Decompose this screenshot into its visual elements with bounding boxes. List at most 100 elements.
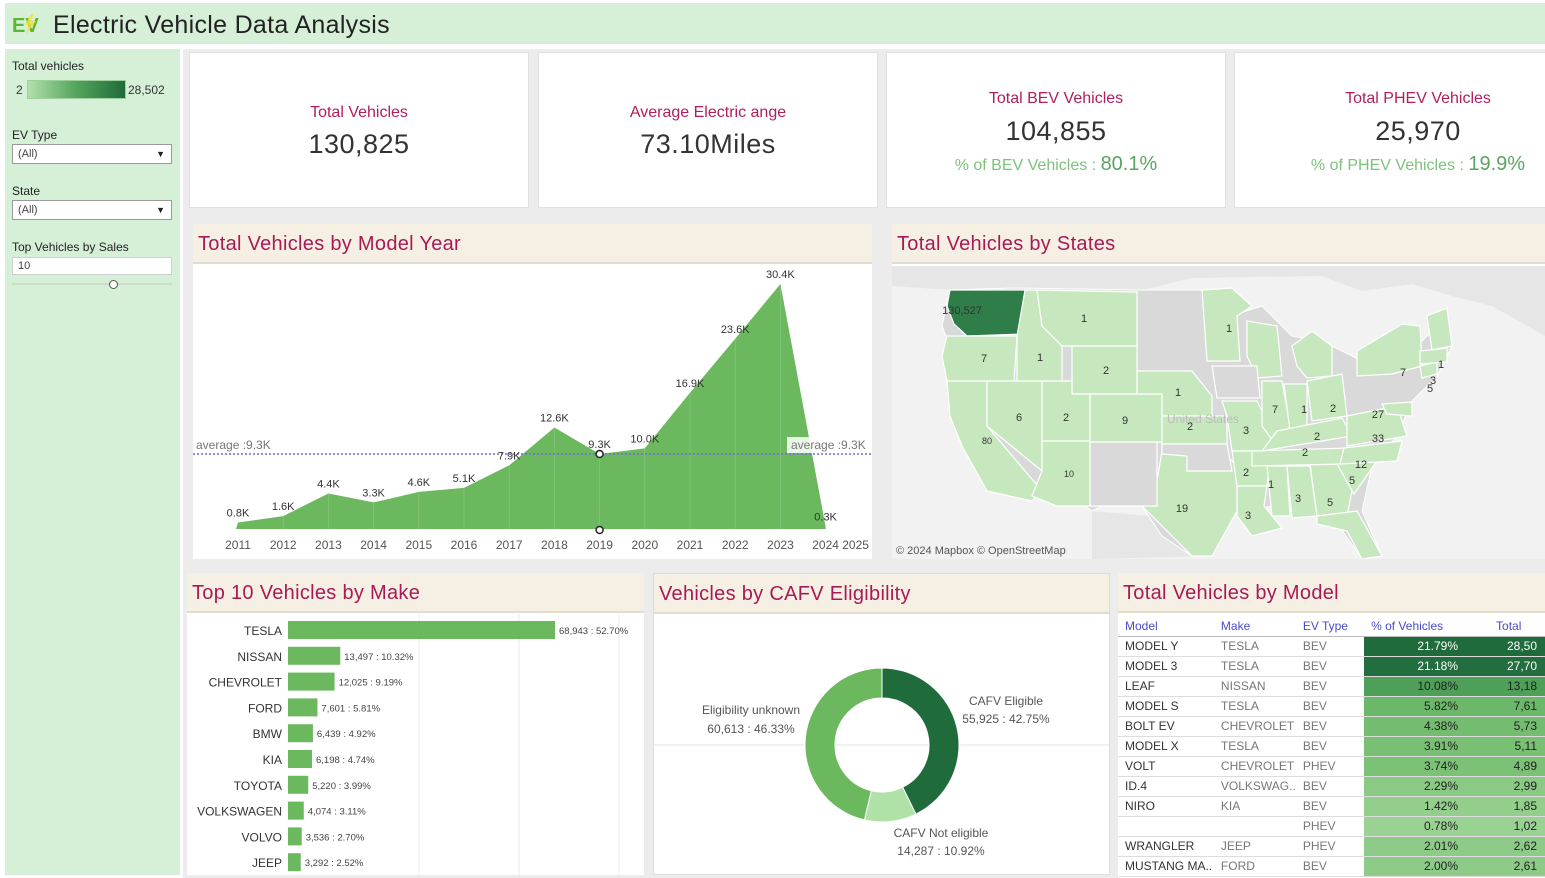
column-header[interactable]: % of Vehicles <box>1364 617 1467 637</box>
kpi-label: Total Vehicles <box>310 104 408 121</box>
table-row[interactable]: MODEL S TESLA BEV 5.82% 7,61 <box>1118 696 1545 717</box>
table-row[interactable]: BOLT EV CHEVROLET BEV 4.38% 5,73 <box>1118 716 1545 737</box>
bar[interactable] <box>288 775 309 794</box>
percent-cell: 3.91% <box>1364 736 1467 757</box>
state-nh[interactable] <box>1426 307 1453 351</box>
ev-type-cell: BEV <box>1295 736 1365 757</box>
x-tick-label: 2022 <box>722 538 749 552</box>
state-select[interactable]: (All) ▼ <box>12 200 172 220</box>
column-header[interactable]: Model <box>1118 617 1214 637</box>
area-series[interactable] <box>236 284 826 529</box>
bar[interactable] <box>288 672 335 691</box>
cafv-donut-chart[interactable]: CAFV Eligible 55,925 : 42.75% CAFV Not eli… <box>654 616 1109 874</box>
map-attribution[interactable]: © 2024 Mapbox © OpenStreetMap <box>896 545 1066 557</box>
top-vehicles-input[interactable]: 10 <box>12 257 172 275</box>
model-year-area-chart[interactable]: average :9.3K average :9.3K 0.8K 1.6K 4.4K 3.… <box>193 266 872 559</box>
state-value-label: 130,527 <box>942 305 982 317</box>
legend-label: Total vehicles <box>12 59 85 73</box>
table-row[interactable]: MUSTANG MA.. FORD BEV 2.00% 2,61 <box>1118 856 1545 877</box>
percent-cell: 4.38% <box>1364 716 1467 737</box>
bar[interactable] <box>288 853 301 872</box>
column-header[interactable]: EV Type <box>1295 617 1365 637</box>
x-tick-label: 2019 <box>586 538 613 552</box>
ev-logo-icon: EV <box>12 14 39 37</box>
table-row[interactable]: NIRO KIA BEV 1.42% 1,85 <box>1118 796 1545 817</box>
data-label: 5.1K <box>453 473 476 485</box>
total-cell: 5,73 <box>1466 716 1545 737</box>
top-vehicles-slider-handle[interactable] <box>109 280 118 289</box>
total-cell: 2,61 <box>1466 856 1545 877</box>
kpi-total-phev: Total PHEV Vehicles 25,970 % of PHEV Veh… <box>1234 52 1545 208</box>
make-bar-chart[interactable]: TESLA 68,943 : 52.70% NISSAN 13,497 : 10.32… <box>187 615 644 875</box>
category-label: KIA <box>263 753 282 767</box>
state-or[interactable] <box>941 335 1018 382</box>
panel-title: Top 10 Vehicles by Make <box>187 573 644 613</box>
table-row[interactable]: MODEL 3 TESLA BEV 21.18% 27,70 <box>1118 656 1545 677</box>
state-value-label: 1 <box>1081 313 1087 325</box>
column-header[interactable]: Make <box>1213 617 1296 637</box>
bar[interactable] <box>288 827 302 846</box>
make-cell: KIA <box>1213 796 1296 817</box>
filter-sidebar: Total vehicles 2 28,502 EV Type (All) ▼ … <box>5 49 180 875</box>
model-cell: MODEL X <box>1118 736 1214 757</box>
state-ny[interactable] <box>1356 323 1423 377</box>
state-ia[interactable] <box>1211 365 1261 399</box>
data-label: 7.9K <box>498 450 521 462</box>
table-row[interactable]: PHEV 0.78% 1,02 <box>1118 816 1545 837</box>
state-value: (All) <box>18 204 38 216</box>
bar-value-label: 3,536 : 2.70% <box>306 832 365 843</box>
kpi-total-bev: Total BEV Vehicles 104,855 % of BEV Vehi… <box>886 52 1226 208</box>
bar[interactable] <box>288 724 313 743</box>
x-tick-label: 2014 <box>360 538 387 552</box>
total-cell: 1,02 <box>1466 816 1545 837</box>
model-year-panel: Total Vehicles by Model Year average :9.… <box>193 224 872 559</box>
model-panel: Total Vehicles by Model Model Make EV Ty… <box>1118 573 1545 878</box>
state-oh[interactable] <box>1306 373 1348 422</box>
state-md[interactable] <box>1381 401 1413 417</box>
panel-title: Total Vehicles by Model Year <box>193 224 872 264</box>
percent-cell: 2.29% <box>1364 776 1467 797</box>
column-header[interactable]: Total <box>1466 617 1545 637</box>
logo-text: EV <box>12 15 39 37</box>
ev-type-select[interactable]: (All) ▼ <box>12 144 172 164</box>
panel-title: Total Vehicles by Model <box>1118 573 1545 613</box>
state-value-label: 2 <box>1243 467 1249 479</box>
bar[interactable] <box>288 646 341 665</box>
table-row[interactable]: LEAF NISSAN BEV 10.08% 13,18 <box>1118 676 1545 697</box>
x-tick-label: 2011 <box>225 538 251 552</box>
cafv-panel: Vehicles by CAFV Eligibility CAFV Eligib… <box>653 573 1110 875</box>
data-label: 0.3K <box>814 512 837 524</box>
top-vehicles-slider-track[interactable] <box>12 283 172 285</box>
category-label: FORD <box>248 701 282 715</box>
highlight-point[interactable] <box>595 449 604 459</box>
bar[interactable] <box>288 801 304 820</box>
table-row[interactable]: ID.4 VOLKSWAG.. BEV 2.29% 2,99 <box>1118 776 1545 797</box>
average-label: average :9.3K <box>791 438 866 452</box>
bar[interactable] <box>288 621 555 639</box>
highlight-point[interactable] <box>595 525 604 535</box>
state-value-label: 7 <box>1272 404 1278 416</box>
kpi-percent-label: % of BEV Vehicles : <box>954 157 1097 174</box>
table-row[interactable]: WRANGLER JEEP PHEV 2.01% 2,62 <box>1118 836 1545 857</box>
state-nm[interactable] <box>1089 441 1158 507</box>
dashboard: { "header": { "title": "Electric Vehicle… <box>0 0 1545 878</box>
states-map[interactable]: United States 130,52780761122 91012191323… <box>892 266 1545 559</box>
category-label: VOLVO <box>242 830 282 844</box>
table-row[interactable]: MODEL Y TESLA BEV 21.79% 28,50 <box>1118 636 1545 657</box>
bar[interactable] <box>288 750 313 768</box>
category-label: NISSAN <box>237 650 282 664</box>
percent-cell: 5.82% <box>1364 696 1467 717</box>
ev-type-value: (All) <box>18 148 38 160</box>
state-value-label: 1 <box>1226 323 1232 335</box>
state-ms[interactable] <box>1266 465 1291 517</box>
bar[interactable] <box>288 698 318 717</box>
make-cell: VOLKSWAG.. <box>1213 776 1296 797</box>
ev-type-cell: BEV <box>1295 856 1365 877</box>
table-row[interactable]: VOLT CHEVROLET PHEV 3.74% 4,89 <box>1118 756 1545 777</box>
make-panel: Top 10 Vehicles by Make TESLA 68,943 : 52… <box>187 573 644 875</box>
ev-type-cell: BEV <box>1295 656 1365 677</box>
ev-type-cell: BEV <box>1295 676 1365 697</box>
table-row[interactable]: MODEL X TESLA BEV 3.91% 5,11 <box>1118 736 1545 757</box>
bar-value-label: 7,601 : 5.81% <box>321 703 380 714</box>
model-cell: MUSTANG MA.. <box>1118 856 1214 877</box>
